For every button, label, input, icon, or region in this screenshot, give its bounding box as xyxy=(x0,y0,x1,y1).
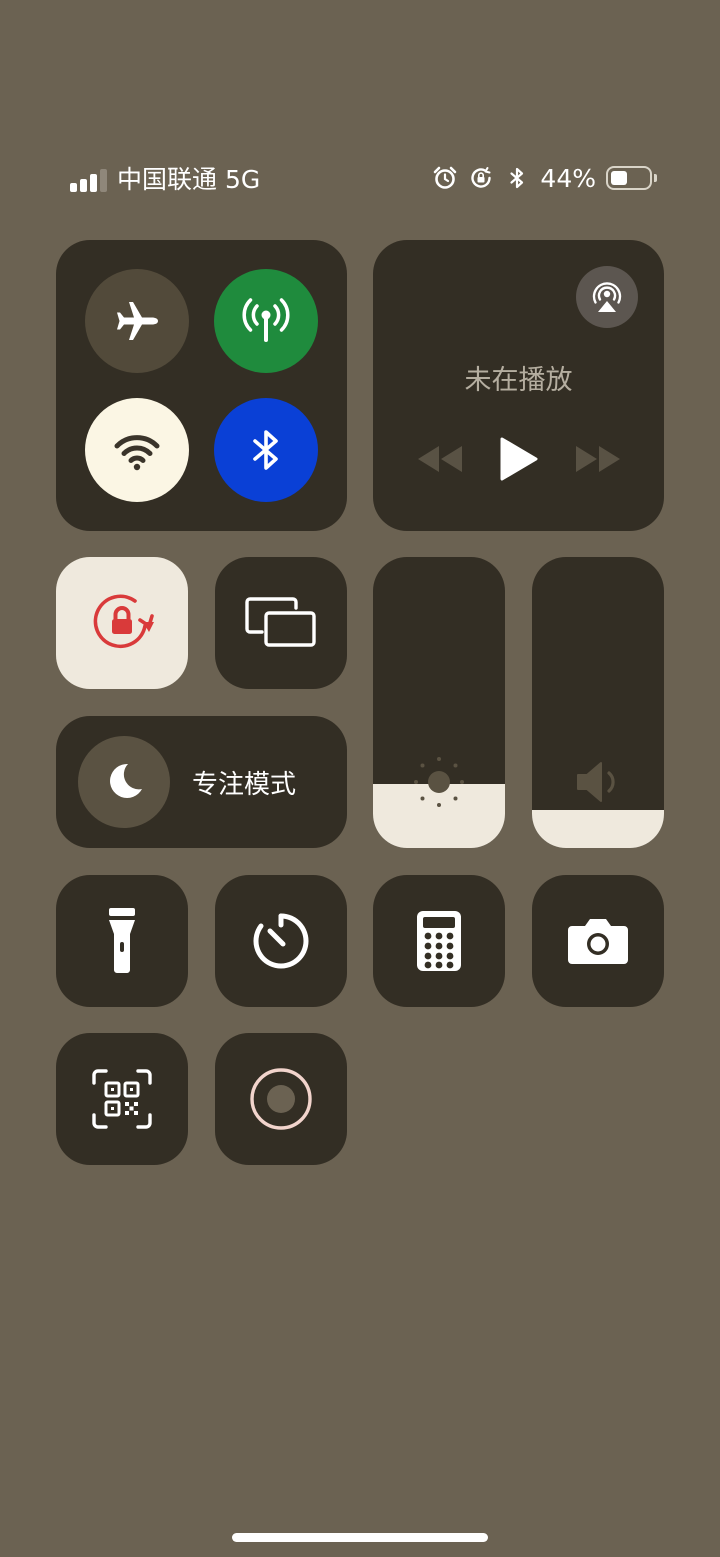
calculator-button[interactable] xyxy=(373,875,505,1007)
rotation-lock-icon xyxy=(93,594,154,649)
now-playing-title: 未在播放 xyxy=(464,365,573,396)
airplay-audio-icon xyxy=(592,282,622,312)
fast-forward-icon[interactable] xyxy=(574,443,622,475)
focus-icon-circle xyxy=(78,736,170,828)
flashlight-button[interactable] xyxy=(56,875,188,1007)
bluetooth-toggle[interactable] xyxy=(214,398,318,502)
now-playing-module[interactable]: 未在播放 xyxy=(373,240,664,531)
moon-icon xyxy=(110,763,142,798)
battery-percentage: 44% xyxy=(540,163,596,193)
camera-button[interactable] xyxy=(532,875,664,1007)
camera-icon xyxy=(568,919,628,964)
timer-icon xyxy=(253,913,309,969)
bluetooth-icon xyxy=(510,167,524,189)
screen-mirroring-button[interactable] xyxy=(215,557,347,689)
play-icon[interactable] xyxy=(498,436,540,482)
screen-recording-button[interactable] xyxy=(215,1033,347,1165)
volume-slider[interactable] xyxy=(532,557,664,848)
volume-level xyxy=(532,810,664,848)
connectivity-module xyxy=(56,240,347,531)
bluetooth-icon xyxy=(253,430,278,470)
wifi-icon xyxy=(114,435,160,471)
screen-mirroring-icon xyxy=(245,597,316,647)
antenna-icon xyxy=(242,298,290,342)
focus-mode-button[interactable]: 专注模式 xyxy=(56,716,347,848)
airplay-button[interactable] xyxy=(576,266,638,328)
signal-icon xyxy=(70,168,110,192)
brightness-slider[interactable] xyxy=(373,557,505,848)
qr-code-icon xyxy=(92,1069,152,1129)
rotation-lock-icon xyxy=(471,167,492,188)
code-scanner-button[interactable] xyxy=(56,1033,188,1165)
status-bar: 中国联通 5G 44% xyxy=(0,150,720,206)
rewind-icon[interactable] xyxy=(416,443,464,475)
home-indicator[interactable] xyxy=(232,1533,488,1542)
wifi-toggle[interactable] xyxy=(85,398,189,502)
calculator-icon xyxy=(417,911,461,971)
timer-button[interactable] xyxy=(215,875,347,1007)
airplane-mode-toggle[interactable] xyxy=(85,269,189,373)
airplane-icon xyxy=(117,302,158,340)
speaker-icon xyxy=(577,762,615,802)
carrier-label: 中国联通 5G xyxy=(117,165,261,194)
alarm-icon xyxy=(434,166,457,189)
orientation-lock-toggle[interactable] xyxy=(56,557,188,689)
battery-icon xyxy=(606,166,657,190)
record-icon xyxy=(250,1068,312,1130)
cellular-data-toggle[interactable] xyxy=(214,269,318,373)
focus-mode-label: 专注模式 xyxy=(192,770,297,800)
sun-icon xyxy=(414,757,464,807)
flashlight-icon xyxy=(109,908,135,973)
